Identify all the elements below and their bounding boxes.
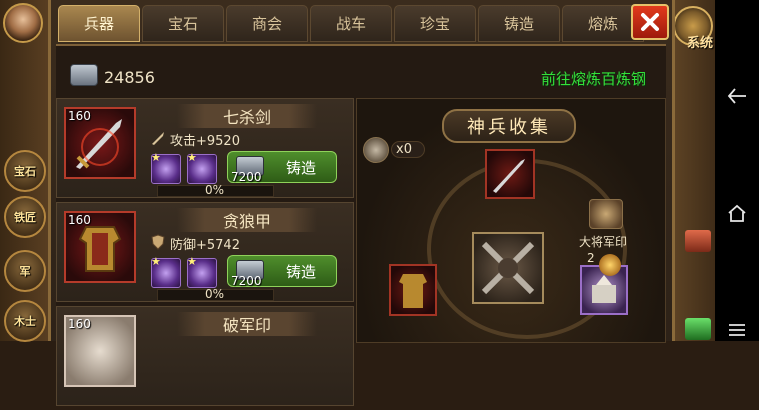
seal-item-icon[interactable]: 160 [64,315,136,387]
general-seal-icon [589,199,623,229]
item-name: 贪狼甲 [177,208,317,232]
sword-icon [493,159,525,193]
tab-weapons[interactable]: 兵器 [58,5,140,42]
forge-cost: 7200 [231,274,262,288]
item-level: 160 [68,213,91,227]
collection-slot-armor[interactable] [389,264,437,316]
list-item: 160 破军印 [56,306,354,406]
list-item: 160 贪狼甲 防御+5742 ★ ★ 7200 铸造 0% [56,202,354,302]
item-level: 160 [68,317,91,331]
currency-amount: 24856 [104,68,155,87]
item-stat: 攻击+9520 [170,134,240,149]
forge-label: 铸造 [286,159,317,177]
progress-text: 0% [204,287,225,301]
iron-ingot-icon [70,64,98,86]
hammer-icon [363,137,389,163]
tab-guild[interactable]: 商会 [226,5,308,42]
token-icon [599,254,621,276]
item-level: 160 [68,109,91,123]
back-icon[interactable] [715,76,759,116]
left-hud: 宝石 铁匠 军 木士 [0,0,50,342]
forge-button[interactable]: 7200 铸造 [227,151,337,184]
tab-gems[interactable]: 宝石 [142,5,224,42]
shield-icon [151,234,165,250]
crossed-swords-center-slot[interactable] [472,232,544,304]
red-gem-icon [685,230,711,252]
right-hud [675,0,715,341]
currency-bar: 24856 前往熔炼百炼钢 [56,46,666,96]
close-icon [641,13,659,31]
goto-smelting-link[interactable]: 前往熔炼百炼钢 [541,68,646,89]
system-navigation-bar [715,0,759,341]
forge-button[interactable]: 7200 铸造 [227,255,337,288]
menu-icon[interactable] [715,310,759,350]
home-icon[interactable] [715,193,759,233]
tab-forging[interactable]: 铸造 [478,5,560,42]
star-icon: ★ [187,151,197,164]
hammer-count: x0 [391,141,425,158]
item-name: 破军印 [177,312,317,336]
forge-label: 铸造 [286,263,317,281]
player-avatar[interactable] [3,3,43,43]
seal-count: 2 [587,251,595,265]
green-gem-icon [685,318,711,340]
armor-icon [399,274,427,308]
item-list: 160 七杀剑 攻击+9520 ★ ★ 7200 铸造 0% 160 贪狼甲 防… [56,98,354,410]
tab-treasure[interactable]: 珍宝 [394,5,476,42]
category-tabs: 兵器 宝石 商会 战车 珍宝 铸造 熔炼 [58,5,644,42]
forge-cost: 7200 [231,170,262,184]
crossed-swords-icon [481,241,535,295]
divine-weapon-collection: x0 神兵收集 大将军印 2 [356,98,666,343]
seal-label: 大将军印 [579,235,628,249]
item-name: 七杀剑 [177,104,317,128]
hud-button-gems[interactable]: 宝石 [4,150,46,192]
armor-item-icon[interactable]: 160 [64,211,136,283]
list-item: 160 七杀剑 攻击+9520 ★ ★ 7200 铸造 0% [56,98,354,198]
sword-stat-icon [152,132,164,145]
star-icon: ★ [151,151,161,164]
item-stat: 防御+5742 [170,238,240,253]
collection-title: 神兵收集 [442,109,576,143]
hud-button-blacksmith[interactable]: 铁匠 [4,196,46,238]
progress-text: 0% [204,183,225,197]
system-label: 系统 [686,36,713,51]
gem-slot-1[interactable]: ★ [151,151,181,184]
collection-slot-sword[interactable] [485,149,535,199]
close-button[interactable] [631,4,669,40]
star-icon: ★ [151,255,161,268]
gem-slot-2[interactable]: ★ [187,255,217,288]
sword-item-icon[interactable]: 160 [64,107,136,179]
hud-button-woodsman[interactable]: 木士 [4,300,46,342]
panel-content: 24856 前往熔炼百炼钢 160 七杀剑 攻击+9520 ★ ★ 7200 铸… [56,44,666,406]
star-icon: ★ [187,255,197,268]
hud-button-army[interactable]: 军 [4,250,46,292]
gem-slot-1[interactable]: ★ [151,255,181,288]
gem-slot-2[interactable]: ★ [187,151,217,184]
tab-chariot[interactable]: 战车 [310,5,392,42]
